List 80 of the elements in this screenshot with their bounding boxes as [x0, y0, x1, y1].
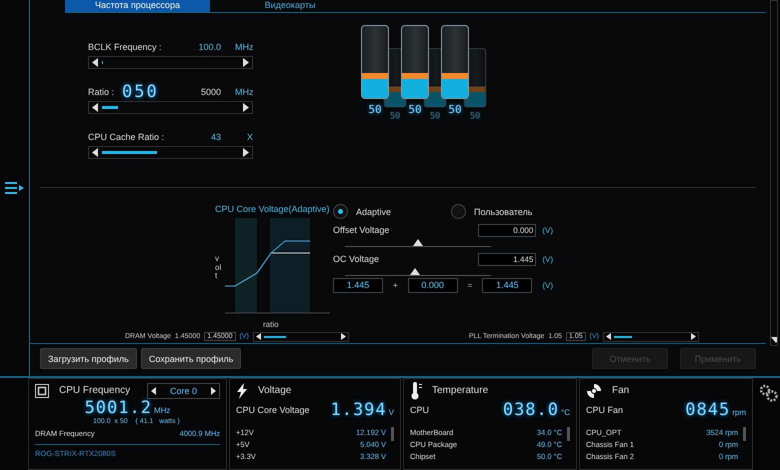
slider-thumb[interactable]	[410, 268, 420, 275]
left-arrow-icon[interactable]	[92, 148, 98, 157]
lightning-icon	[236, 382, 248, 398]
value-field: 1.445	[333, 278, 383, 293]
value-field: 1.445	[482, 278, 532, 293]
unit-label: (V)	[542, 226, 553, 234]
right-arrow-icon[interactable]	[243, 148, 249, 157]
tab[interactable]: Частота процессора	[65, 0, 210, 12]
sensor-reading: 0845	[685, 400, 730, 420]
axis-label: volt	[215, 254, 222, 282]
unit-label: rpm	[732, 408, 746, 417]
left-arrow-icon[interactable]	[92, 58, 98, 67]
setting-value: 43	[210, 132, 221, 142]
cylinder-label: 50	[390, 110, 400, 121]
left-arrow-icon[interactable]	[256, 333, 261, 340]
equals-sign: =	[468, 281, 472, 290]
unit-label: MHz	[154, 406, 170, 415]
value-field[interactable]: 1.445	[478, 252, 536, 266]
cylinder-label: 50	[408, 103, 422, 116]
fan-icon	[586, 382, 602, 398]
value-field[interactable]: 0.000	[478, 224, 536, 236]
unit-label: (V)	[542, 281, 554, 290]
panel-title: Voltage	[258, 385, 292, 396]
cylinder-label: 50	[368, 103, 382, 116]
sensor-reading: 038.0	[502, 400, 560, 420]
scrollbar[interactable]	[567, 427, 570, 441]
profile-button[interactable]: Загрузить профиль	[40, 348, 137, 369]
sensor-reading: 1.394	[330, 400, 387, 420]
cylinder-label: 50	[470, 110, 480, 121]
radio-button[interactable]	[333, 204, 348, 219]
panel-title: Temperature	[432, 385, 488, 396]
ratio-value: 050	[122, 85, 159, 99]
settings-icon[interactable]	[759, 384, 779, 402]
plus-sign: +	[393, 281, 398, 290]
unit-label: V	[388, 408, 394, 417]
right-arrow-icon[interactable]	[243, 103, 249, 112]
left-arrow-icon[interactable]	[606, 333, 611, 340]
right-arrow-icon[interactable]	[340, 333, 346, 340]
section-title: CPU Core Voltage(Adaptive)	[215, 204, 331, 214]
setting-value: 100.0	[198, 42, 221, 52]
setting-value: 5000	[200, 87, 221, 97]
unit-label: (V)	[542, 254, 553, 264]
unit-label: MHz	[235, 42, 253, 52]
profile-button[interactable]: Сохранить профиль	[140, 348, 242, 369]
menu-icon[interactable]	[4, 181, 24, 195]
value-field: 0.000	[408, 278, 458, 293]
thermometer-icon	[410, 382, 422, 400]
unit-label: °C	[561, 408, 570, 417]
sensor-label: CPU Core Voltage	[236, 405, 310, 415]
voltage-label: OC Voltage	[333, 254, 380, 264]
scrollbar[interactable]	[391, 427, 394, 441]
radio-label: Adaptive	[356, 206, 392, 216]
unit-label: MHz	[235, 87, 253, 97]
setting-label: BCLK Frequency :	[88, 42, 162, 52]
left-arrow-icon[interactable]	[150, 386, 156, 394]
voltage-label: Offset Voltage	[333, 225, 390, 235]
scrollbar[interactable]	[770, 0, 778, 346]
sensor-label: CPU Fan	[586, 405, 624, 415]
cylinder-label: 50	[448, 103, 462, 116]
sensor-label: CPU	[410, 405, 430, 415]
sensor-reading: 5001.2	[84, 398, 152, 418]
tab[interactable]: Видеокарты	[210, 0, 370, 12]
right-arrow-icon[interactable]	[243, 58, 249, 67]
panel-title: CPU Frequency	[59, 385, 130, 396]
cylinder-label: 50	[430, 110, 440, 121]
radio-label: Пользователь	[474, 206, 532, 216]
scrollbar[interactable]	[743, 427, 746, 441]
slider-thumb[interactable]	[413, 239, 423, 246]
right-arrow-icon[interactable]	[211, 386, 216, 394]
core-selector[interactable]: Core 0	[146, 382, 220, 398]
down-arrow-icon[interactable]	[771, 337, 777, 343]
panel-title: Fan	[612, 385, 630, 396]
unit-label: X	[246, 132, 253, 142]
left-arrow-icon[interactable]	[92, 103, 98, 112]
right-arrow-icon[interactable]	[690, 333, 696, 340]
axis-label: ratio	[263, 320, 280, 329]
radio-button[interactable]	[451, 204, 466, 219]
setting-label: Ratio :	[88, 87, 114, 97]
chip-icon	[35, 384, 49, 398]
setting-label: CPU Cache Ratio :	[88, 132, 164, 142]
